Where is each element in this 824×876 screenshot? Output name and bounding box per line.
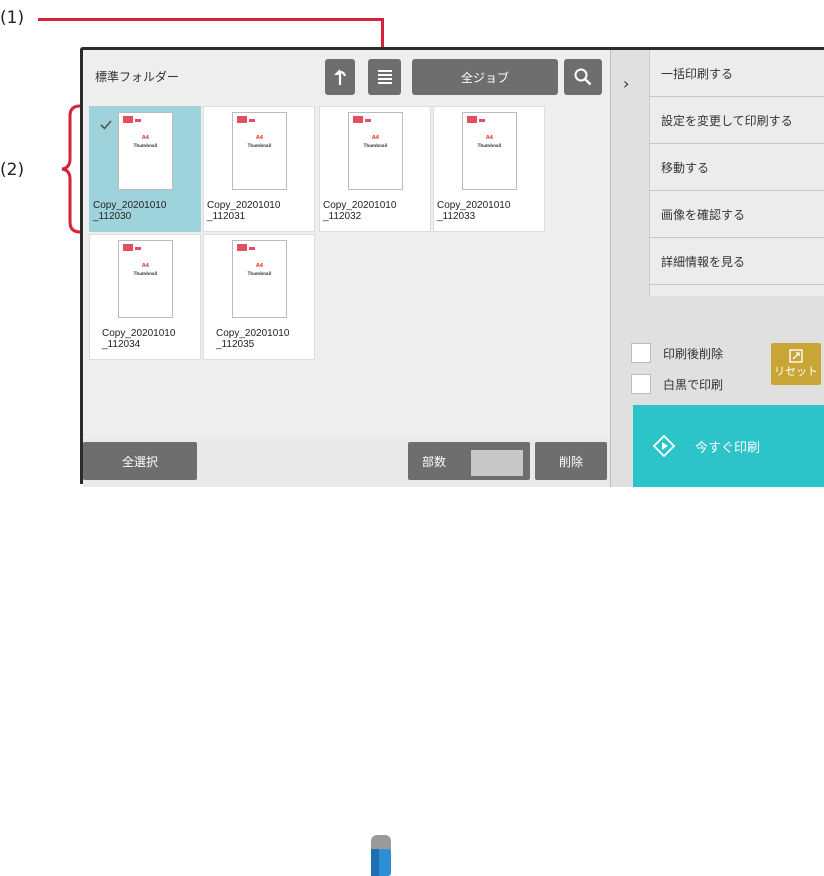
toner-icon xyxy=(371,835,391,876)
search-icon xyxy=(574,68,592,86)
bw-print-option[interactable]: 白黒で印刷 xyxy=(631,374,723,394)
menu-item-details[interactable]: 詳細情報を見る xyxy=(650,238,824,285)
job-name: Copy_20201010 _112033 xyxy=(437,200,511,222)
page-preview: A4 Thumbnail xyxy=(118,240,173,318)
job-thumbnail[interactable]: A4 Thumbnail Copy_20201010 _112033 xyxy=(433,106,545,232)
page-preview: A4 Thumbnail xyxy=(348,112,403,190)
list-view-button[interactable] xyxy=(368,59,401,95)
job-list-pane: 標準フォルダー 全ジョブ A4 Thumbnail Copy_20201010 … xyxy=(83,50,610,439)
refresh-icon xyxy=(334,69,347,85)
refresh-button[interactable] xyxy=(325,59,355,95)
action-menu: 一括印刷する 設定を変更して印刷する 移動する 画像を確認する 詳細情報を見る xyxy=(649,50,824,296)
callout-1-line xyxy=(38,18,384,21)
checkbox[interactable] xyxy=(631,343,651,363)
callout-2-label: (2) xyxy=(0,160,25,180)
delete-after-print-option[interactable]: 印刷後削除 xyxy=(631,343,723,363)
copies-input[interactable] xyxy=(471,450,523,476)
print-now-label: 今すぐ印刷 xyxy=(695,440,761,456)
option-label: 白黒で印刷 xyxy=(663,377,724,392)
job-thumbnail[interactable]: A4 Thumbnail Copy_20201010 _112030 xyxy=(89,106,201,232)
menu-item-move[interactable]: 移動する xyxy=(650,144,824,191)
delete-button[interactable]: 削除 xyxy=(535,442,607,480)
print-now-button[interactable]: 今すぐ印刷 xyxy=(633,405,824,487)
page-preview: A4 Thumbnail xyxy=(118,112,173,190)
page-preview: A4 Thumbnail xyxy=(232,240,287,318)
bottom-toolbar: 全選択 部数 削除 xyxy=(83,439,610,876)
reset-button[interactable]: リセット xyxy=(771,343,821,385)
copies-label: 部数 xyxy=(422,454,447,469)
job-name: Copy_20201010 _112030 xyxy=(93,200,167,222)
job-name: Copy_20201010 _112035 xyxy=(216,328,290,350)
folder-title: 標準フォルダー xyxy=(95,70,180,84)
page-preview: A4 Thumbnail xyxy=(232,112,287,190)
job-name: Copy_20201010 _112031 xyxy=(207,200,281,222)
all-jobs-button[interactable]: 全ジョブ xyxy=(412,59,558,95)
page-preview: A4 Thumbnail xyxy=(462,112,517,190)
job-thumbnail[interactable]: A4 Thumbnail Copy_20201010 _112032 xyxy=(319,106,431,232)
callout-2-brace xyxy=(61,104,81,234)
thumbnail-grid: A4 Thumbnail Copy_20201010 _112030 A4 Thu… xyxy=(89,106,609,436)
menu-item-change-settings-print[interactable]: 設定を変更して印刷する xyxy=(650,97,824,144)
job-thumbnail[interactable]: A4 Thumbnail Copy_20201010 _112031 xyxy=(203,106,315,232)
menu-item-check-image[interactable]: 画像を確認する xyxy=(650,191,824,238)
job-name: Copy_20201010 _112032 xyxy=(323,200,397,222)
device-panel: 標準フォルダー 全ジョブ A4 Thumbnail Copy_20201010 … xyxy=(80,47,824,876)
option-label: 印刷後削除 xyxy=(663,346,724,361)
chevron-right-icon[interactable]: › xyxy=(623,74,629,93)
check-icon xyxy=(100,120,112,130)
checkbox[interactable] xyxy=(631,374,651,394)
list-view-icon xyxy=(377,70,392,84)
reset-icon xyxy=(789,349,803,363)
action-pane: › 一括印刷する 設定を変更して印刷する 移動する 画像を確認する 詳細情報を見… xyxy=(610,50,824,487)
job-name: Copy_20201010 _112034 xyxy=(102,328,176,350)
job-thumbnail[interactable]: A4 Thumbnail Copy_20201010 _112034 xyxy=(89,234,201,360)
start-icon xyxy=(653,435,675,457)
search-button[interactable] xyxy=(564,59,602,95)
menu-item-batch-print[interactable]: 一括印刷する xyxy=(650,50,824,97)
callout-1-label: (1) xyxy=(0,8,25,28)
job-thumbnail[interactable]: A4 Thumbnail Copy_20201010 _112035 xyxy=(203,234,315,360)
reset-label: リセット xyxy=(774,365,818,378)
select-all-button[interactable]: 全選択 xyxy=(83,442,197,480)
